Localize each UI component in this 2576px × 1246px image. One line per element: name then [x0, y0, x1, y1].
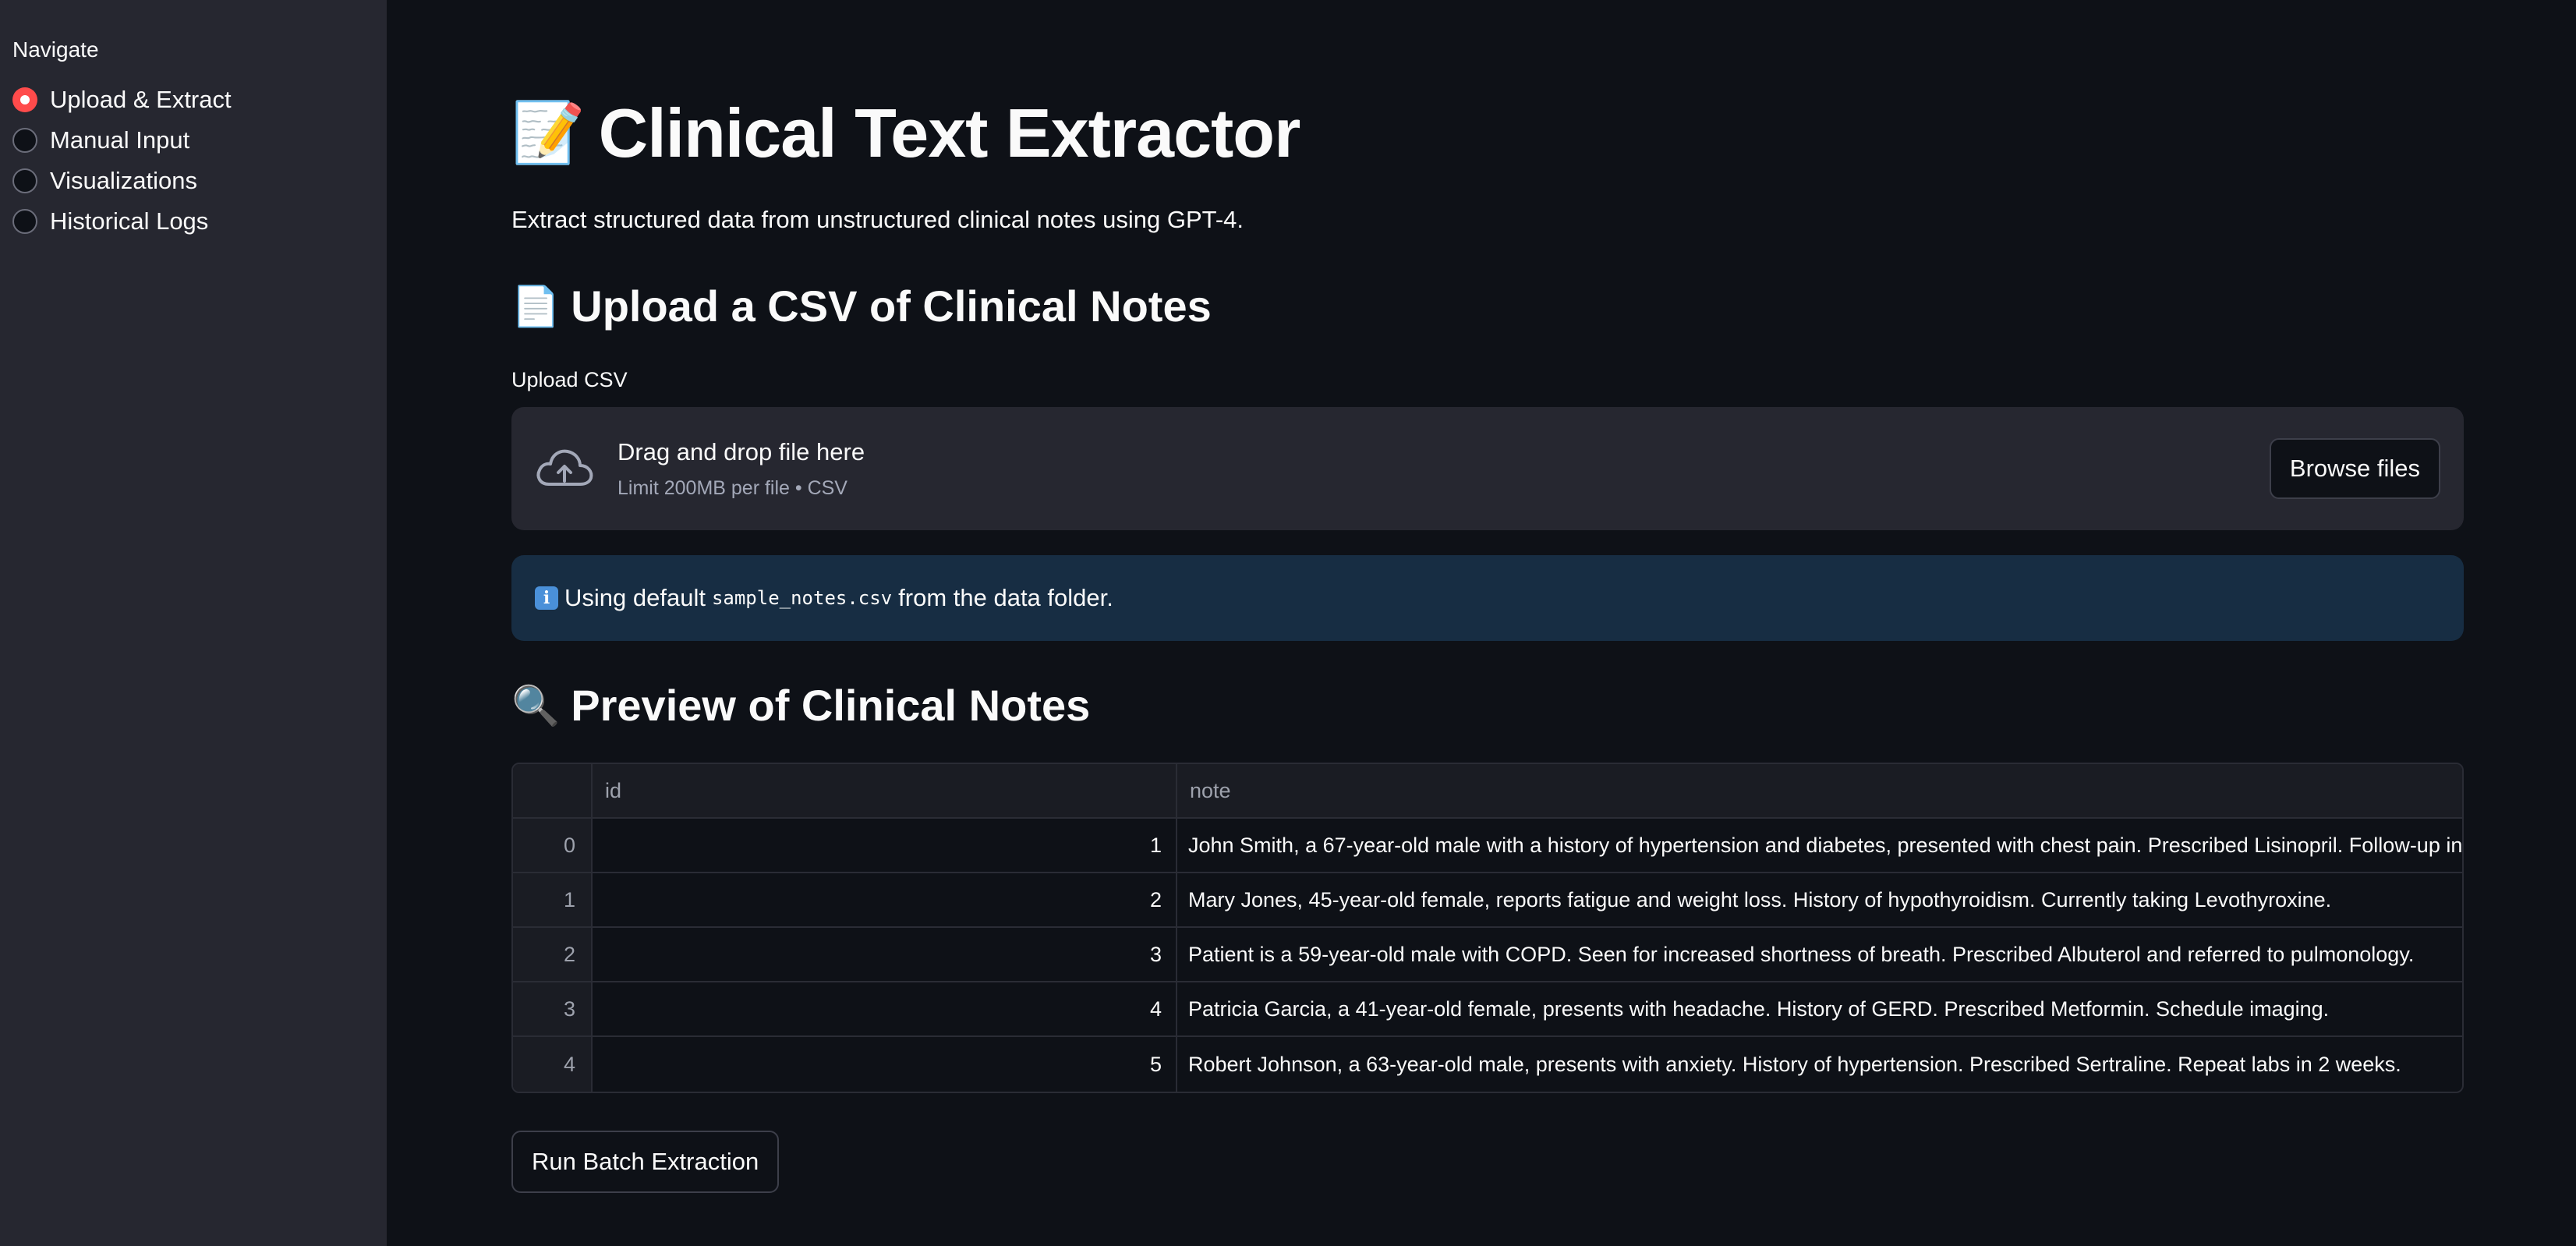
id-cell[interactable]: 5 [593, 1037, 1177, 1092]
column-header-note[interactable]: note [1177, 764, 2462, 817]
column-header-id[interactable]: id [593, 764, 1177, 817]
nav-option-label: Historical Logs [50, 207, 209, 235]
info-icon: i [535, 586, 558, 610]
dropzone-title: Drag and drop file here [617, 437, 865, 465]
table-row: 4 5 Robert Johnson, a 63-year-old male, … [513, 1037, 2462, 1092]
page-title: 📝 Clinical Text Extractor [511, 94, 1300, 173]
info-suffix: from the data folder. [898, 584, 1113, 611]
main-panel: 📝 Clinical Text Extractor Extract struct… [387, 0, 2576, 1246]
nav-label: Navigate [12, 37, 99, 62]
radio-unselected-icon[interactable] [12, 128, 37, 153]
run-batch-extraction-button[interactable]: Run Batch Extraction [511, 1131, 780, 1193]
note-cell[interactable]: Patricia Garcia, a 41-year-old female, p… [1177, 982, 2462, 1035]
file-dropzone[interactable]: Drag and drop file here Limit 200MB per … [511, 407, 2464, 530]
table-row: 1 2 Mary Jones, 45-year-old female, repo… [513, 873, 2462, 928]
dropzone-texts: Drag and drop file here Limit 200MB per … [617, 438, 2270, 500]
note-cell[interactable]: John Smith, a 67-year-old male with a hi… [1177, 819, 2462, 872]
notes-preview-table[interactable]: id note 0 1 John Smith, a 67-year-old ma… [511, 763, 2464, 1093]
nav-option-label: Manual Input [50, 126, 190, 154]
row-index-cell: 1 [513, 873, 593, 926]
cloud-upload-icon [536, 449, 593, 486]
page-title-text: Clinical Text Extractor [598, 94, 1301, 172]
magnifier-icon: 🔍 [511, 683, 561, 727]
uploader-label: Upload CSV [511, 368, 628, 391]
id-cell[interactable]: 1 [593, 819, 1177, 872]
nav-option-upload-extract[interactable]: Upload & Extract [12, 80, 374, 120]
app-root: Navigate Upload & Extract Manual Input V… [0, 0, 2576, 1246]
row-index-cell: 4 [513, 1037, 593, 1092]
page-description: Extract structured data from unstructure… [511, 206, 1244, 233]
radio-selected-icon[interactable] [12, 87, 37, 112]
nav-option-manual-input[interactable]: Manual Input [12, 120, 374, 161]
note-cell[interactable]: Robert Johnson, a 63-year-old male, pres… [1177, 1037, 2462, 1092]
row-index-cell: 3 [513, 982, 593, 1035]
table-row: 2 3 Patient is a 59-year-old male with C… [513, 928, 2462, 982]
preview-heading: 🔍 Preview of Clinical Notes [511, 680, 1090, 731]
row-index-cell: 0 [513, 819, 593, 872]
table-row: 3 4 Patricia Garcia, a 41-year-old femal… [513, 982, 2462, 1037]
row-index-cell: 2 [513, 928, 593, 981]
preview-heading-text: Preview of Clinical Notes [571, 681, 1091, 730]
note-cell[interactable]: Patient is a 59-year-old male with COPD.… [1177, 928, 2462, 981]
browse-files-button[interactable]: Browse files [2269, 438, 2440, 499]
nav-option-label: Visualizations [50, 167, 197, 194]
radio-unselected-icon[interactable] [12, 209, 37, 234]
nav-option-historical-logs[interactable]: Historical Logs [12, 201, 374, 242]
upload-heading: 📄 Upload a CSV of Clinical Notes [511, 281, 1212, 331]
id-cell[interactable]: 2 [593, 873, 1177, 926]
upload-heading-text: Upload a CSV of Clinical Notes [571, 281, 1212, 331]
id-cell[interactable]: 4 [593, 982, 1177, 1035]
document-icon: 📄 [511, 284, 561, 328]
nav-option-label: Upload & Extract [50, 86, 232, 113]
sidebar: Navigate Upload & Extract Manual Input V… [0, 0, 387, 1246]
table-header-row: id note [513, 764, 2462, 819]
note-cell[interactable]: Mary Jones, 45-year-old female, reports … [1177, 873, 2462, 926]
dropzone-limit: Limit 200MB per file • CSV [617, 476, 847, 499]
column-header-index[interactable] [513, 764, 593, 817]
radio-unselected-icon[interactable] [12, 168, 37, 193]
nav-option-visualizations[interactable]: Visualizations [12, 161, 374, 201]
info-prefix: Using default [564, 584, 706, 611]
info-filename: sample_notes.csv [711, 587, 893, 609]
id-cell[interactable]: 3 [593, 928, 1177, 981]
info-alert: i Using default sample_notes.csv from th… [511, 555, 2464, 641]
memo-icon: 📝 [511, 100, 586, 166]
table-row: 0 1 John Smith, a 67-year-old male with … [513, 819, 2462, 873]
